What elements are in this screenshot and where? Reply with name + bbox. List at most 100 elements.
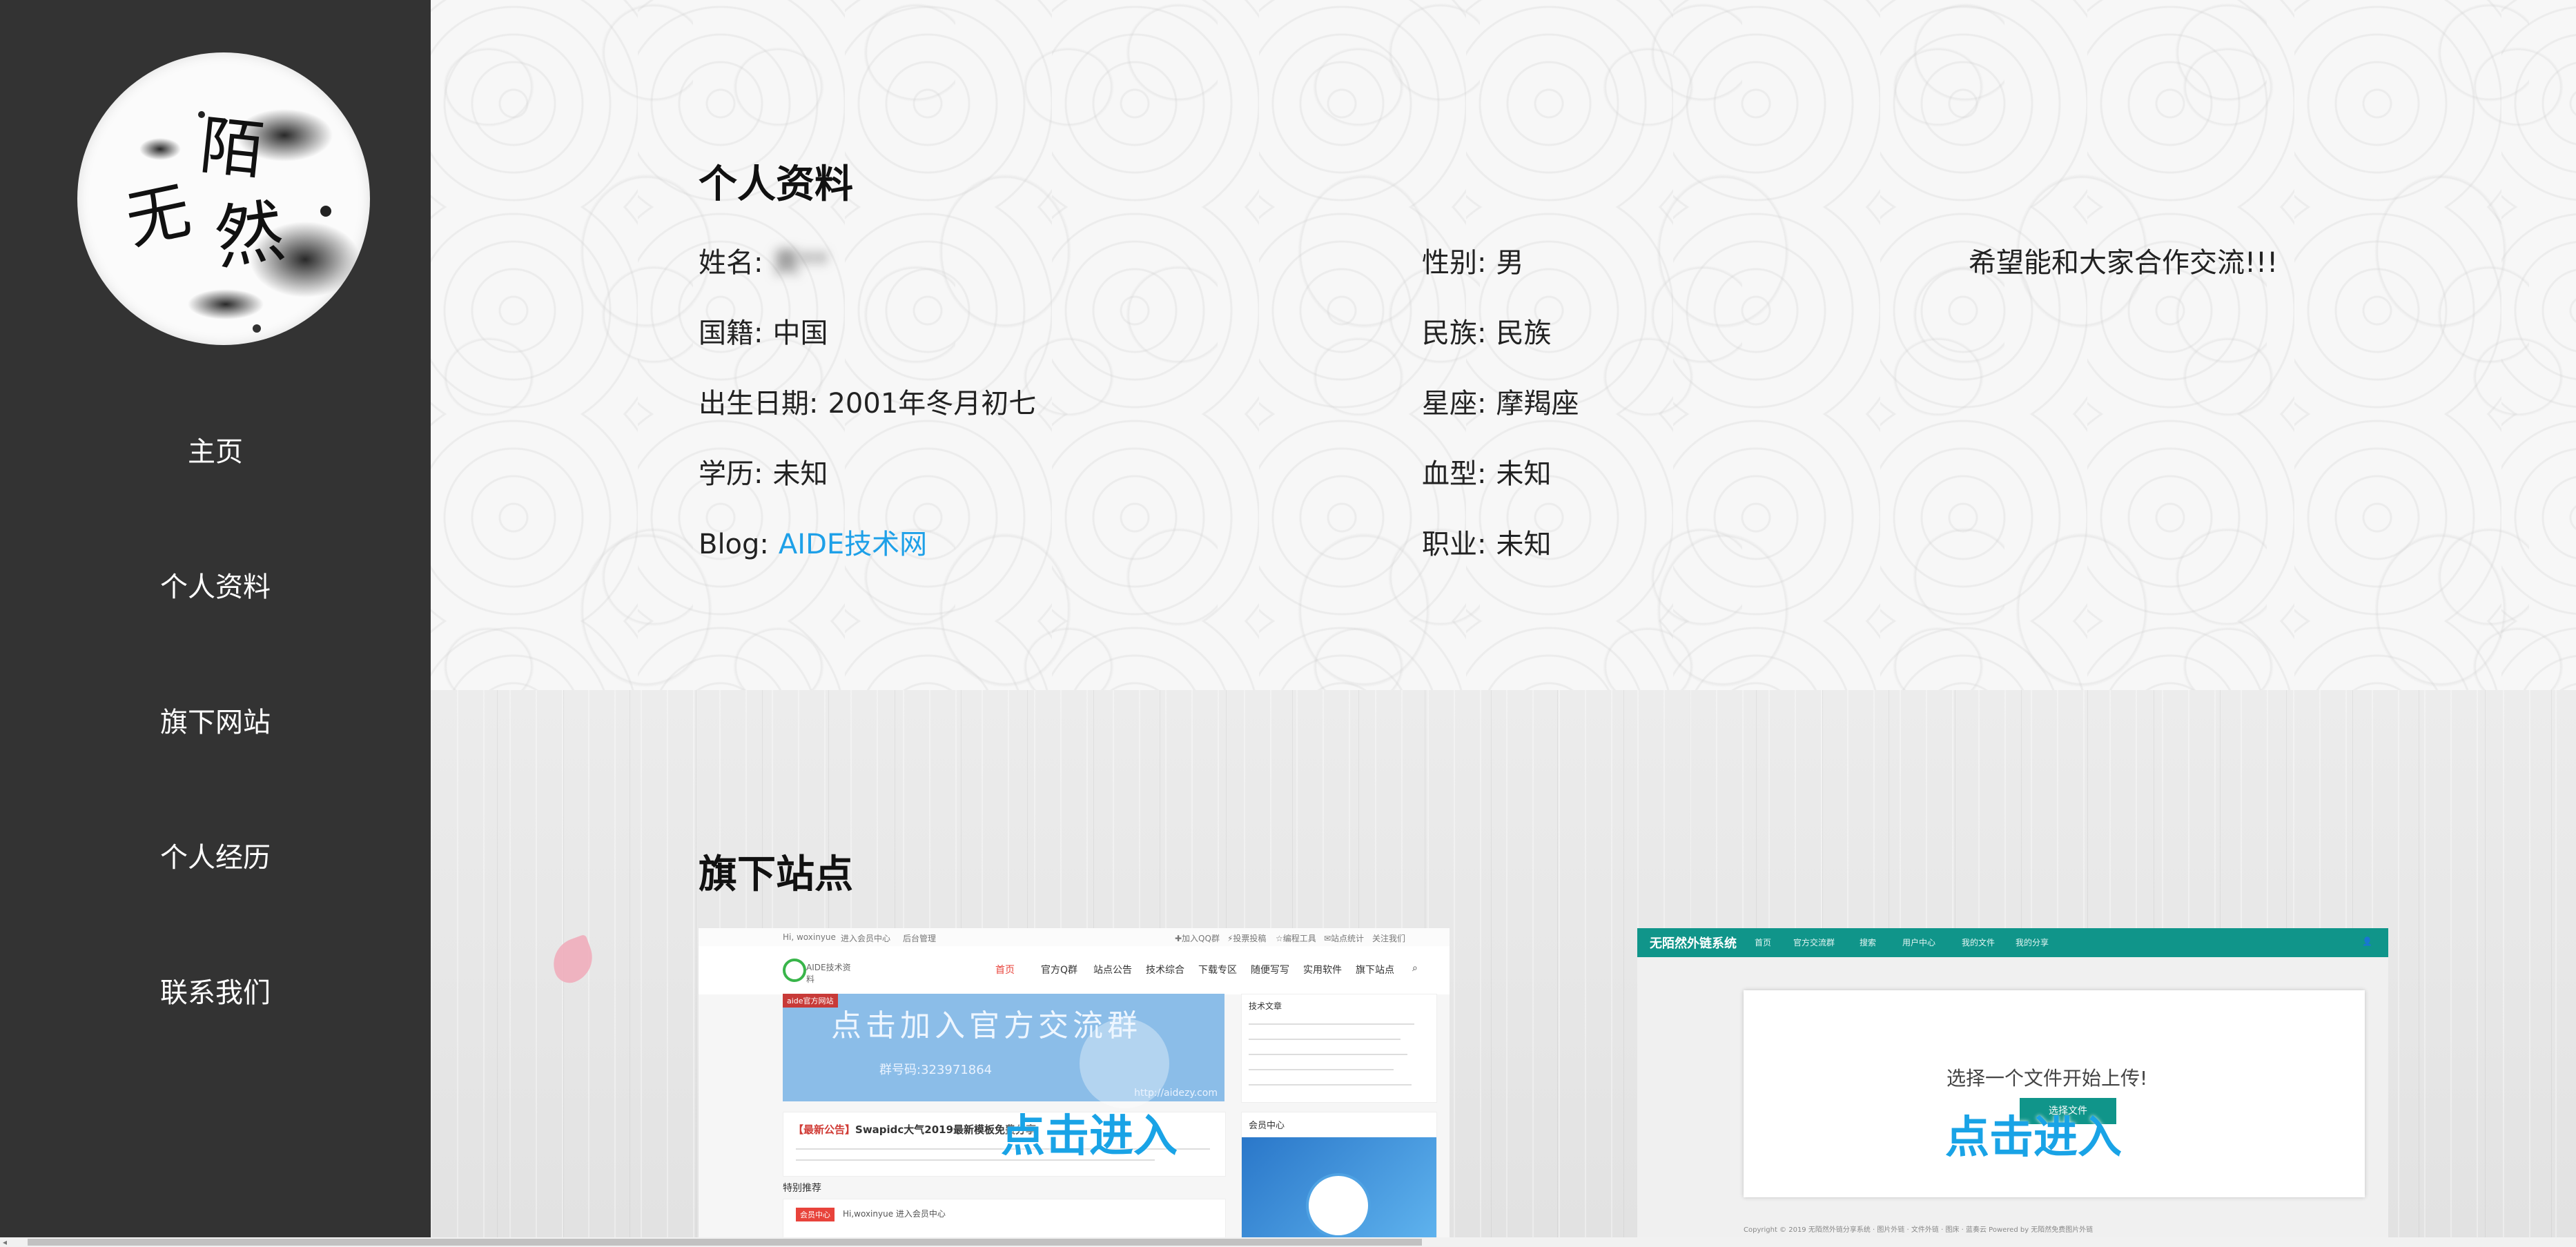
horizontal-scrollbar[interactable]: ◂ [0, 1237, 2576, 1247]
field-nationality: 国籍: 中国 [699, 311, 828, 351]
card2-brand: 无陌然外链系统 [1650, 936, 1737, 951]
field-zodiac-label: 星座: [1422, 388, 1487, 420]
sidebar-nav: 主页 个人资料 旗下网站 个人经历 联系我们 [0, 414, 431, 1090]
site-card-aide[interactable]: Hi, woxinyue 进入会员中心 后台管理 ✚加入QQ群 ⚡投票投稿 ☆编… [699, 928, 1450, 1239]
card1-banner-url: http://aidezy.com [1134, 1088, 1218, 1099]
card1-topbar-follow: 关注我们 [1372, 934, 1406, 943]
card1-search-icon: ⌕ [1412, 963, 1418, 974]
card1-nav-software: 实用软件 [1303, 965, 1342, 976]
field-education: 学历: 未知 [699, 451, 828, 491]
card1-news-title: 【最新公告】Swapidc大气2019最新模板免费分享 [793, 1122, 1036, 1137]
card1-side-line [1249, 1023, 1414, 1025]
sites-title: 旗下站点 [699, 852, 853, 897]
card1-banner-qq: 群号码:323971864 [879, 1063, 993, 1077]
card1-topbar: Hi, woxinyue 进入会员中心 后台管理 ✚加入QQ群 ⚡投票投稿 ☆编… [699, 928, 1450, 947]
card1-recommend: 会员中心 Hi,woxinyue 进入会员中心 [783, 1199, 1226, 1239]
scroll-left-icon[interactable]: ◂ [3, 1237, 7, 1247]
field-ethnicity-value: 民族 [1496, 317, 1552, 349]
logo[interactable]: 无 陌 然 [77, 52, 370, 345]
field-blood: 血型: 未知 [1422, 451, 1551, 491]
field-name-label: 姓名: [699, 247, 763, 279]
card1-nav-tech: 技术综合 [1146, 965, 1184, 976]
card1-member-title: 会员中心 [1249, 1121, 1285, 1131]
profile-message: 希望能和大家合作交流!!! [1969, 247, 2279, 279]
card1-recommend-title: 特别推荐 [783, 1183, 821, 1194]
scrollbar-thumb[interactable] [28, 1239, 1422, 1246]
field-birthday-value: 2001年冬月初七 [828, 388, 1037, 420]
card1-side-line [1249, 1054, 1407, 1055]
field-gender: 性别: 男 [1422, 240, 1523, 280]
field-zodiac: 星座: 摩羯座 [1422, 381, 1579, 421]
card1-logo: AIDE技术资料 [783, 954, 859, 984]
card1-nav-download: 下载专区 [1198, 965, 1237, 976]
field-job: 职业: 未知 [1422, 522, 1551, 562]
card1-nav-sites: 旗下站点 [1356, 965, 1394, 976]
card1-side-title: 技术文章 [1249, 1001, 1282, 1011]
blog-link[interactable]: AIDE技术网 [779, 529, 927, 560]
avatar [1306, 1173, 1371, 1238]
card1-logo-text: AIDE技术资料 [806, 963, 851, 984]
card2-footer: Copyright © 2019 无陌然外链分享系统 · 图片外链 · 文件外链… [1744, 1226, 2094, 1234]
field-ethnicity: 民族: 民族 [1422, 311, 1551, 351]
field-blood-value: 未知 [1496, 458, 1552, 490]
field-gender-value: 男 [1496, 247, 1524, 279]
card2-nav: 无陌然外链系统 首页 官方交流群 搜索 用户中心 我的文件 我的分享 👤 [1637, 928, 2388, 957]
card1-nav-home: 首页 [995, 965, 1015, 976]
field-blog-label: Blog: [699, 529, 769, 560]
field-nationality-label: 国籍: [699, 317, 763, 349]
svg-text:陌: 陌 [197, 108, 268, 188]
field-gender-label: 性别: [1422, 247, 1487, 279]
nav-experience[interactable]: 个人经历 [0, 820, 431, 955]
card1-topbar-member: 进入会员中心 [841, 934, 891, 943]
card1-side-line [1249, 1039, 1401, 1040]
card1-nav: AIDE技术资料 首页 官方Q群 站点公告 技术综合 下载专区 随便写写 实用软… [699, 946, 1450, 994]
card1-logo-icon [783, 959, 806, 982]
card1-side-line [1249, 1069, 1394, 1070]
card1-enter-label[interactable]: 点击进入 [1001, 1101, 1178, 1164]
card1-topbar-admin: 后台管理 [903, 934, 937, 943]
card1-banner-title: 点击加入官方交流群 [831, 1008, 1142, 1043]
card1-nav-qq: 官方Q群 [1041, 965, 1078, 976]
svg-text:无: 无 [119, 173, 197, 259]
card1-side-articles: 技术文章 [1241, 994, 1437, 1103]
nav-home[interactable]: 主页 [0, 414, 431, 549]
card2-nav-share: 我的分享 [2016, 938, 2049, 947]
card2-upload-message: 选择一个文件开始上传! [1946, 1067, 2148, 1090]
field-birthday: 出生日期: 2001年冬月初七 [699, 381, 1036, 421]
profile-section: 个人资料 姓名: 黄** 性别: 男 希望能和大家合作交流!!! 国籍: 中国 民族:… [431, 0, 2576, 690]
card1-recommend-badge: 会员中心 [796, 1208, 835, 1221]
user-icon: 👤 [2362, 936, 2372, 946]
card1-member: 会员中心 [1241, 1112, 1437, 1239]
field-job-value: 未知 [1496, 529, 1552, 560]
card2-nav-user: 用户中心 [1902, 938, 1936, 947]
field-nationality-value: 中国 [772, 317, 828, 349]
card1-nav-notice: 站点公告 [1093, 965, 1132, 976]
nav-sites[interactable]: 旗下网站 [0, 685, 431, 820]
card1-banner-tag: aide官方网站 [783, 994, 838, 1008]
field-education-label: 学历: [699, 458, 763, 490]
field-ethnicity-label: 民族: [1422, 317, 1487, 349]
card1-recommend-user: Hi,woxinyue 进入会员中心 [843, 1209, 946, 1219]
nav-contact[interactable]: 联系我们 [0, 955, 431, 1090]
sidebar: 无 陌 然 主页 个人资料 旗下网站 个人经历 联系我们 [0, 0, 431, 1247]
field-blood-label: 血型: [1422, 458, 1487, 490]
card2-nav-search: 搜索 [1860, 938, 1877, 947]
ink-logo-icon: 无 陌 然 [119, 108, 360, 333]
card1-banner: aide官方网站 点击加入官方交流群 群号码:323971864 http://… [783, 994, 1224, 1108]
field-name-value: 黄** [772, 247, 828, 279]
field-name: 姓名: 黄** [699, 240, 828, 280]
field-zodiac-value: 摩羯座 [1496, 388, 1579, 420]
card2-nav-files: 我的文件 [1962, 938, 1996, 947]
card2-upload-panel: 选择一个文件开始上传! 选择文件 [1744, 990, 2365, 1197]
card2-nav-group: 官方交流群 [1793, 938, 1835, 947]
card1-topbar-tools: ☆编程工具 [1276, 934, 1316, 943]
field-blog: Blog: AIDE技术网 [699, 522, 927, 562]
svg-text:然: 然 [210, 190, 289, 279]
site-card-link-system[interactable]: 无陌然外链系统 首页 官方交流群 搜索 用户中心 我的文件 我的分享 👤 选择一… [1637, 928, 2388, 1239]
field-job-label: 职业: [1422, 529, 1487, 560]
card2-enter-label[interactable]: 点击进入 [1945, 1102, 2122, 1166]
field-education-value: 未知 [772, 458, 828, 490]
card1-topbar-stats: ✉站点统计 [1324, 934, 1365, 943]
card1-nav-write: 随便写写 [1251, 965, 1289, 976]
nav-profile[interactable]: 个人资料 [0, 549, 431, 685]
